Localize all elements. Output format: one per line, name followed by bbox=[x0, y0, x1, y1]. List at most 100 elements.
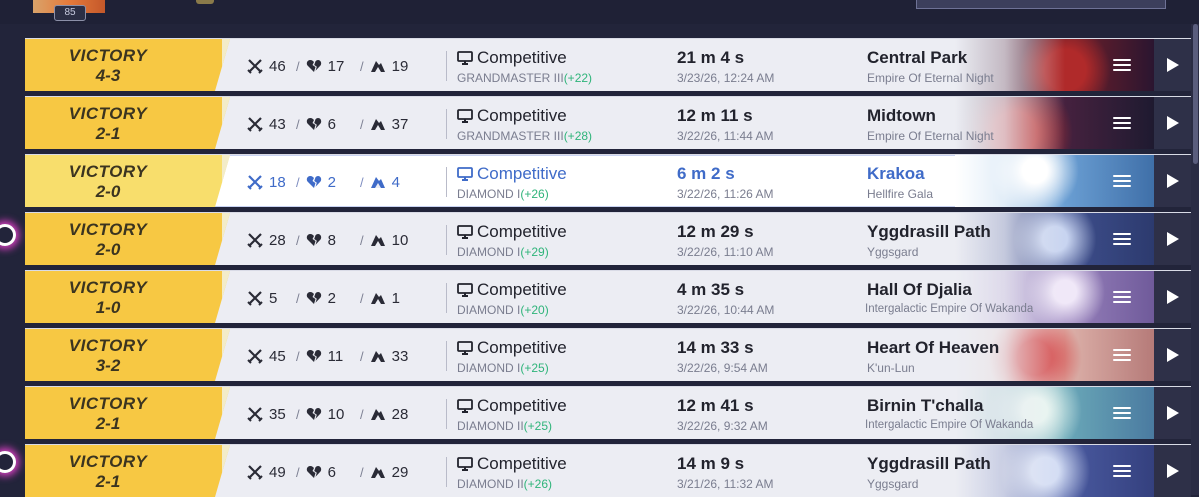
match-details-button[interactable] bbox=[1113, 462, 1131, 480]
match-date: 3/22/26, 9:54 AM bbox=[677, 361, 768, 375]
kills-stat: 5 bbox=[247, 288, 277, 308]
replay-button[interactable] bbox=[1154, 39, 1191, 91]
top-bar: 85 bbox=[0, 0, 1199, 24]
map-region: Intergalactic Empire Of Wakanda bbox=[865, 419, 1034, 431]
match-details-button[interactable] bbox=[1113, 288, 1131, 306]
rank-tier: DIAMOND I bbox=[457, 187, 521, 201]
match-row[interactable]: VICTORY 1-0 5 / 2 / 1 Competitive DIAMON… bbox=[25, 270, 1191, 323]
helping-hands-icon bbox=[370, 409, 385, 420]
helping-hands-icon bbox=[370, 119, 385, 130]
stat-separator: / bbox=[360, 290, 364, 306]
helping-hands-icon bbox=[370, 351, 385, 362]
round-score: 2-0 bbox=[95, 240, 121, 259]
assists-value: 28 bbox=[391, 405, 409, 423]
match-row[interactable]: VICTORY 2-1 35 / 10 / 28 Competitive DIA… bbox=[25, 386, 1191, 439]
match-row[interactable]: VICTORY 2-0 28 / 8 / 10 Competitive DIAM… bbox=[25, 212, 1191, 265]
match-row[interactable]: VICTORY 4-3 46 / 17 / 19 Competitive GRA… bbox=[25, 38, 1191, 91]
match-row[interactable]: VICTORY 2-0 18 / 2 / 4 Competitive DIAMO… bbox=[25, 154, 1191, 207]
kills-stat: 28 bbox=[247, 230, 286, 250]
monitor-icon bbox=[457, 398, 473, 413]
stat-separator: / bbox=[360, 348, 364, 364]
game-mode-label: Competitive bbox=[477, 164, 567, 183]
match-duration: 6 m 2 s bbox=[677, 164, 735, 183]
replay-button[interactable] bbox=[1154, 445, 1191, 497]
monitor-icon bbox=[457, 224, 473, 239]
column-divider bbox=[446, 341, 447, 371]
play-icon bbox=[1166, 116, 1179, 130]
rank-tier: GRANDMASTER III bbox=[457, 71, 564, 85]
replay-button[interactable] bbox=[1154, 155, 1191, 207]
monitor-icon bbox=[457, 50, 473, 65]
replay-button[interactable] bbox=[1154, 271, 1191, 323]
deaths-stat: / 2 bbox=[294, 288, 336, 308]
rank-info: GRANDMASTER III(+28) bbox=[457, 129, 592, 143]
assists-stat: / 37 bbox=[358, 114, 408, 134]
result-banner: VICTORY 4-3 bbox=[25, 39, 230, 91]
stat-separator: / bbox=[296, 116, 300, 132]
match-details-button[interactable] bbox=[1113, 114, 1131, 132]
map-name: Krakoa bbox=[867, 164, 925, 183]
match-row[interactable]: VICTORY 2-1 43 / 6 / 37 Competitive GRAN… bbox=[25, 96, 1191, 149]
match-details-button[interactable] bbox=[1113, 56, 1131, 74]
map-name: Birnin T'challa bbox=[867, 396, 984, 415]
deaths-value: 8 bbox=[327, 231, 336, 249]
rank-points-change: (+28) bbox=[563, 129, 593, 143]
match-row[interactable]: VICTORY 3-2 45 / 11 / 33 Competitive DIA… bbox=[25, 328, 1191, 381]
replay-button[interactable] bbox=[1154, 97, 1191, 149]
stat-separator: / bbox=[296, 348, 300, 364]
rank-info: GRANDMASTER III(+22) bbox=[457, 71, 592, 85]
scrollbar-thumb[interactable] bbox=[1193, 24, 1198, 164]
kills-value: 43 bbox=[269, 115, 286, 133]
replay-button[interactable] bbox=[1154, 387, 1191, 439]
side-notification-icon bbox=[0, 222, 16, 246]
deaths-value: 17 bbox=[327, 57, 345, 75]
match-details-button[interactable] bbox=[1113, 346, 1131, 364]
menu-icon bbox=[1113, 291, 1131, 293]
helping-hands-icon bbox=[370, 467, 385, 478]
result-label: VICTORY bbox=[68, 452, 148, 471]
deaths-stat: / 6 bbox=[294, 114, 336, 134]
broken-heart-icon bbox=[306, 466, 321, 478]
replay-button[interactable] bbox=[1154, 329, 1191, 381]
assists-stat: / 28 bbox=[358, 404, 408, 424]
rank-points-change: (+20) bbox=[520, 303, 549, 317]
column-divider bbox=[446, 283, 447, 313]
map-region: Empire Of Eternal Night bbox=[867, 71, 994, 85]
result-label: VICTORY bbox=[68, 46, 148, 65]
kills-value: 18 bbox=[269, 173, 286, 191]
helping-hands-icon bbox=[370, 235, 385, 246]
map-name: Hall Of Djalia bbox=[867, 280, 972, 299]
top-right-panel[interactable] bbox=[916, 0, 1166, 9]
game-mode-label: Competitive bbox=[477, 48, 567, 67]
stat-separator: / bbox=[296, 58, 300, 74]
assists-stat: / 29 bbox=[358, 462, 408, 482]
menu-icon bbox=[1113, 349, 1131, 351]
result-banner: VICTORY 2-1 bbox=[25, 387, 230, 439]
round-score: 2-1 bbox=[95, 472, 121, 491]
match-date: 3/23/26, 12:24 AM bbox=[677, 71, 775, 85]
round-score: 2-1 bbox=[95, 414, 121, 433]
monitor-icon bbox=[457, 282, 473, 297]
stat-separator: / bbox=[360, 232, 364, 248]
match-date: 3/22/26, 11:44 AM bbox=[677, 129, 774, 143]
result-banner: VICTORY 3-2 bbox=[25, 329, 230, 381]
round-score: 3-2 bbox=[95, 356, 121, 375]
menu-icon bbox=[1113, 175, 1131, 177]
match-row[interactable]: VICTORY 2-1 49 / 6 / 29 Competitive DIAM… bbox=[25, 444, 1191, 497]
replay-button[interactable] bbox=[1154, 213, 1191, 265]
broken-heart-icon bbox=[306, 234, 321, 246]
crossed-swords-icon bbox=[247, 407, 263, 422]
match-history-list: VICTORY 4-3 46 / 17 / 19 Competitive GRA… bbox=[25, 33, 1191, 497]
deaths-value: 2 bbox=[327, 289, 336, 307]
match-details-button[interactable] bbox=[1113, 172, 1131, 190]
match-details-button[interactable] bbox=[1113, 230, 1131, 248]
result-label: VICTORY bbox=[68, 220, 148, 239]
assists-value: 33 bbox=[391, 347, 409, 365]
rank-points-change: (+25) bbox=[520, 361, 549, 375]
map-region: Yggsgard bbox=[867, 477, 919, 491]
kills-stat: 43 bbox=[247, 114, 286, 134]
match-details-button[interactable] bbox=[1113, 404, 1131, 422]
result-banner: VICTORY 1-0 bbox=[25, 271, 230, 323]
rank-info: DIAMOND I(+25) bbox=[457, 361, 549, 375]
player-level-badge: 85 bbox=[54, 5, 86, 21]
